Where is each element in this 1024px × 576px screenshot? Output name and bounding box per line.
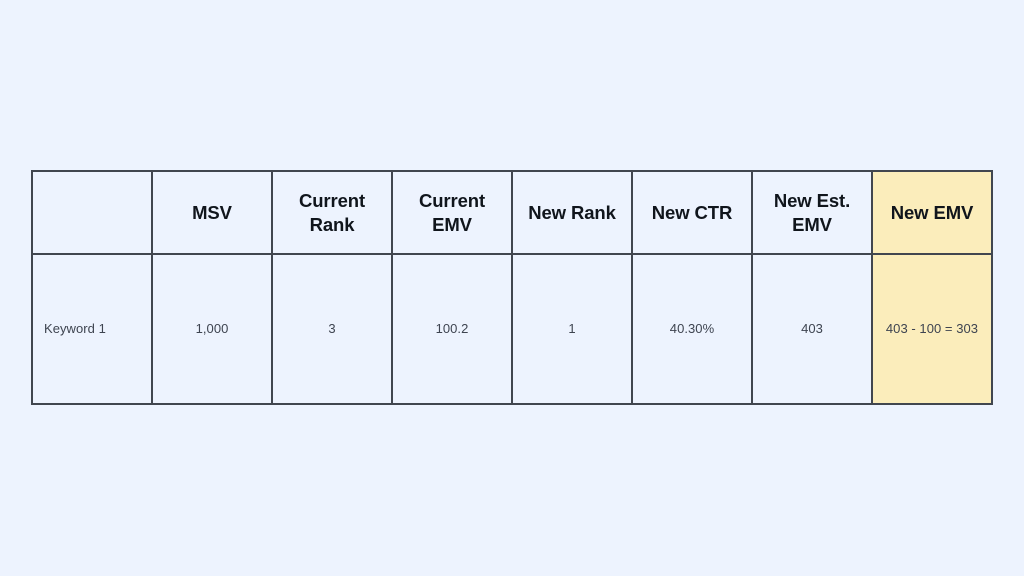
page-canvas: MSV Current Rank Current EMV New Rank Ne… (0, 0, 1024, 576)
table-header-new-ctr: New CTR (631, 170, 753, 255)
table-header-row: MSV Current Rank Current EMV New Rank Ne… (31, 170, 993, 255)
table-header-new-emv: New EMV (871, 170, 993, 255)
table-row: Keyword 1 1,000 3 100.2 1 40.30% 403 403… (31, 253, 993, 405)
table-header-new-est-emv: New Est. EMV (751, 170, 873, 255)
table-header-msv: MSV (151, 170, 273, 255)
keyword-emv-table: MSV Current Rank Current EMV New Rank Ne… (31, 170, 993, 405)
table-header-new-rank: New Rank (511, 170, 633, 255)
cell-msv: 1,000 (151, 253, 273, 405)
cell-keyword: Keyword 1 (31, 253, 153, 405)
cell-new-ctr: 40.30% (631, 253, 753, 405)
table-header: MSV Current Rank Current EMV New Rank Ne… (31, 170, 993, 255)
cell-current-rank: 3 (271, 253, 393, 405)
table-header-current-emv: Current EMV (391, 170, 513, 255)
cell-current-emv: 100.2 (391, 253, 513, 405)
cell-new-rank: 1 (511, 253, 633, 405)
table-header-current-rank: Current Rank (271, 170, 393, 255)
table-header-corner (31, 170, 153, 255)
table-body: Keyword 1 1,000 3 100.2 1 40.30% 403 403… (31, 253, 993, 405)
cell-new-emv: 403 - 100 = 303 (871, 253, 993, 405)
cell-new-est-emv: 403 (751, 253, 873, 405)
